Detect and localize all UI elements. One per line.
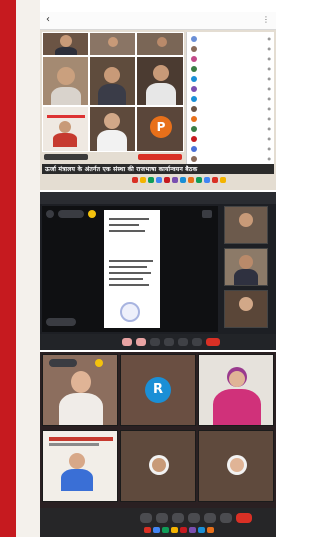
app-icon[interactable]: [188, 177, 194, 183]
present-button[interactable]: [204, 513, 216, 523]
video-tile[interactable]: [136, 32, 184, 56]
emoji-icon: [95, 359, 103, 367]
app-icon[interactable]: [204, 177, 210, 183]
video-tile[interactable]: [42, 354, 118, 426]
app-icon[interactable]: [196, 177, 202, 183]
emoji-icon: [88, 210, 96, 218]
mic-icon: ●: [267, 156, 272, 161]
present-button[interactable]: [178, 338, 188, 346]
hindi-headline-banner: ऊर्जा मंत्रालय के अंतर्गत एक संस्था की र…: [42, 164, 274, 174]
pin-icon[interactable]: [202, 210, 212, 218]
mic-icon: ●: [267, 76, 272, 81]
video-tile-avatar[interactable]: R: [120, 354, 196, 426]
shared-document: [104, 210, 160, 328]
mic-off-button[interactable]: [122, 338, 132, 346]
screenshot-collage: ‹ ⋮ P ● ● ● ● ● ● ● ● ● ● ● ● ● ऊर्जा मं…: [40, 12, 276, 537]
app-icon[interactable]: [180, 177, 186, 183]
video-tile[interactable]: [89, 56, 136, 106]
back-arrow-icon[interactable]: ‹: [46, 14, 50, 25]
app-icon[interactable]: [207, 527, 214, 533]
page: ‹ ⋮ P ● ● ● ● ● ● ● ● ● ● ● ● ● ऊर्जा मं…: [0, 0, 276, 537]
video-tile-avatar[interactable]: P: [136, 106, 184, 152]
app-icon[interactable]: [148, 177, 154, 183]
meeting-screenshot-grid: R: [40, 352, 276, 537]
app-icon[interactable]: [164, 177, 170, 183]
call-controls: [40, 508, 276, 537]
app-icon[interactable]: [189, 527, 196, 533]
mic-icon: ●: [267, 106, 272, 111]
video-tile-slide[interactable]: [42, 106, 89, 152]
more-options-button[interactable]: [192, 338, 202, 346]
participant-strip: [220, 206, 274, 332]
app-icon[interactable]: [132, 177, 138, 183]
mic-icon: ●: [267, 46, 272, 51]
video-tile[interactable]: [120, 430, 196, 502]
raise-hand-button[interactable]: [188, 513, 200, 523]
shared-screen: [42, 206, 218, 332]
avatar: R: [145, 377, 171, 403]
mic-button[interactable]: [140, 513, 152, 523]
video-thumbnail[interactable]: [224, 206, 268, 244]
call-controls: [40, 334, 276, 350]
video-tile[interactable]: [198, 430, 274, 502]
more-options-button[interactable]: [220, 513, 232, 523]
meeting-screenshot-presentation: [40, 192, 276, 350]
camera-button[interactable]: [156, 513, 168, 523]
official-seal: [120, 302, 140, 322]
video-tile[interactable]: [42, 32, 89, 56]
presenter-chip[interactable]: [58, 210, 84, 218]
mic-icon: ●: [267, 56, 272, 61]
meeting-top-bar: [40, 192, 276, 204]
mic-icon: ●: [267, 126, 272, 131]
captions-button[interactable]: [150, 338, 160, 346]
more-options-icon[interactable]: ⋮: [262, 15, 270, 24]
raise-hand-button[interactable]: [164, 338, 174, 346]
video-thumbnail[interactable]: [224, 248, 268, 286]
video-tile-slide[interactable]: [42, 430, 118, 502]
meeting-top-bar: ‹ ⋮: [40, 12, 276, 30]
mic-icon: ●: [267, 66, 272, 71]
mic-icon: ●: [267, 136, 272, 141]
red-margin-bar: [0, 0, 16, 537]
app-icon-tray: [130, 176, 276, 186]
back-arrow-icon[interactable]: [46, 210, 54, 218]
meeting-screenshot-gallery: ‹ ⋮ P ● ● ● ● ● ● ● ● ● ● ● ● ● ऊर्जा मं…: [40, 12, 276, 190]
video-tile[interactable]: [89, 106, 136, 152]
video-tile[interactable]: [42, 56, 89, 106]
video-tile[interactable]: [198, 354, 274, 426]
page-margin: [16, 0, 40, 537]
video-tile[interactable]: [136, 56, 184, 106]
app-icon[interactable]: [153, 527, 160, 533]
app-icon[interactable]: [180, 527, 187, 533]
presenter-name-chip: [46, 318, 76, 326]
end-call-button[interactable]: [206, 338, 220, 346]
video-tile[interactable]: [89, 32, 136, 56]
mic-icon: ●: [267, 96, 272, 101]
avatar: P: [150, 116, 172, 138]
captions-button[interactable]: [172, 513, 184, 523]
app-icon[interactable]: [172, 177, 178, 183]
app-icon[interactable]: [198, 527, 205, 533]
video-thumbnail[interactable]: [224, 290, 268, 328]
app-icon[interactable]: [212, 177, 218, 183]
app-icon[interactable]: [162, 527, 169, 533]
mic-icon: ●: [267, 36, 272, 41]
self-view-label: [44, 154, 88, 160]
app-icon[interactable]: [144, 527, 151, 533]
app-icon[interactable]: [140, 177, 146, 183]
end-call-button[interactable]: [236, 513, 252, 523]
leave-button[interactable]: [138, 154, 182, 160]
mic-icon: ●: [267, 116, 272, 121]
mic-icon: ●: [267, 86, 272, 91]
app-icon[interactable]: [156, 177, 162, 183]
video-grid: P: [42, 32, 184, 162]
participants-panel: ● ● ● ● ● ● ● ● ● ● ● ● ●: [186, 32, 274, 174]
headline-text: ऊर्जा मंत्रालय के अंतर्गत एक संस्था की र…: [45, 166, 198, 173]
mic-icon: ●: [267, 146, 272, 151]
app-icon[interactable]: [220, 177, 226, 183]
app-icon[interactable]: [171, 527, 178, 533]
camera-off-button[interactable]: [136, 338, 146, 346]
